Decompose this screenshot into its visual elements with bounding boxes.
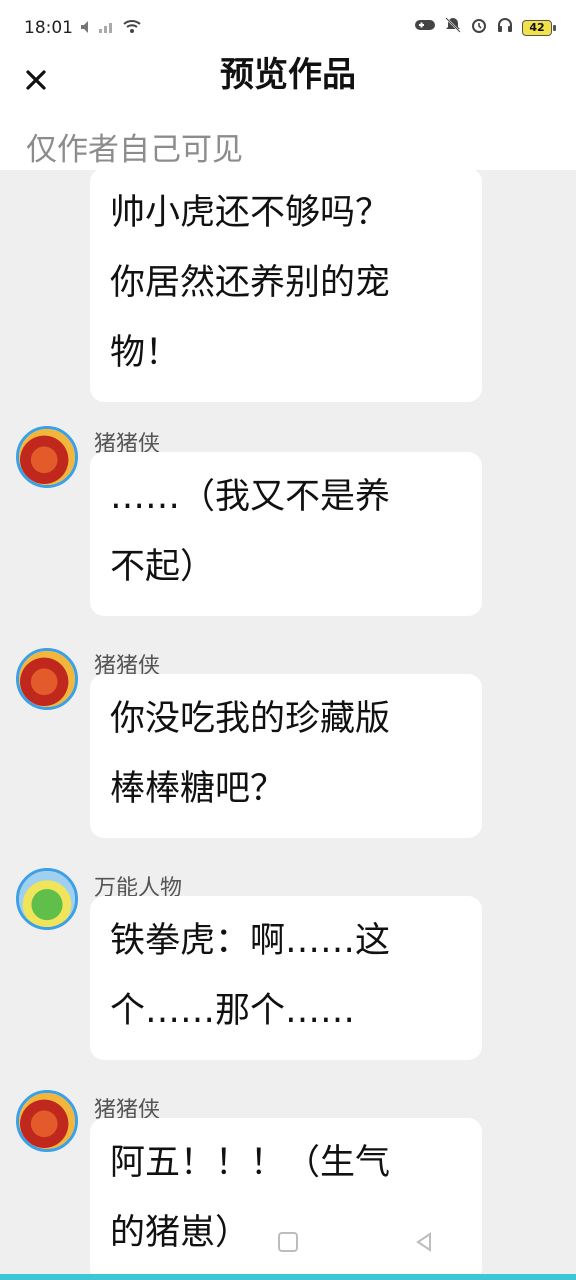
notifications-off-icon [444,16,462,39]
chat-area[interactable]: 帅小虎还不够吗？ 你居然还养别的宠 物！ 猪猪侠 ……（我又不是养 不起） 猪猪… [0,170,576,1274]
message-line: 铁拳虎：啊……这 [110,921,391,961]
status-time: 18:01 [24,18,73,38]
page-title: 预览作品 [220,55,356,95]
message-bubble: ……（我又不是养 不起） [90,452,482,616]
message-line: 个……那个…… [110,991,356,1031]
battery-indicator: 42 [522,19,556,36]
message-line: 阿五！！！（生气 [110,1143,391,1183]
avatar[interactable] [16,426,78,488]
signal-icon [98,19,116,39]
message-line: 物！ [110,333,181,373]
alarm-icon [470,16,488,39]
visibility-note: 仅作者自己可见 [26,132,243,168]
message-bubble: 你没吃我的珍藏版 棒棒糖吧？ [90,674,482,838]
message-line: 你没吃我的珍藏版 [110,699,391,739]
message-line: 棒棒糖吧？ [110,769,286,809]
mute-icon [80,19,92,39]
preview-header: 预览作品 仅作者自己可见 [0,58,576,170]
message-line: 你居然还养别的宠 [110,263,391,303]
game-icon [414,17,436,38]
avatar[interactable] [16,1090,78,1152]
message-line: ……（我又不是养 [110,477,391,517]
avatar[interactable] [16,868,78,930]
status-bar: 18:01 42 [0,0,576,58]
message-line: 帅小虎还不够吗？ [110,193,391,233]
message-bubble: 帅小虎还不够吗？ 你居然还养别的宠 物！ [90,170,482,402]
message-bubble: 铁拳虎：啊……这 个……那个…… [90,896,482,1060]
wifi-icon [122,18,142,39]
bottom-accent-line [0,1274,576,1280]
headphones-icon [496,16,514,39]
avatar[interactable] [16,648,78,710]
message-line: 的猪崽） [110,1213,251,1253]
message-line: 不起） [110,547,216,587]
message-bubble: 阿五！！！（生气 的猪崽） [90,1118,482,1274]
